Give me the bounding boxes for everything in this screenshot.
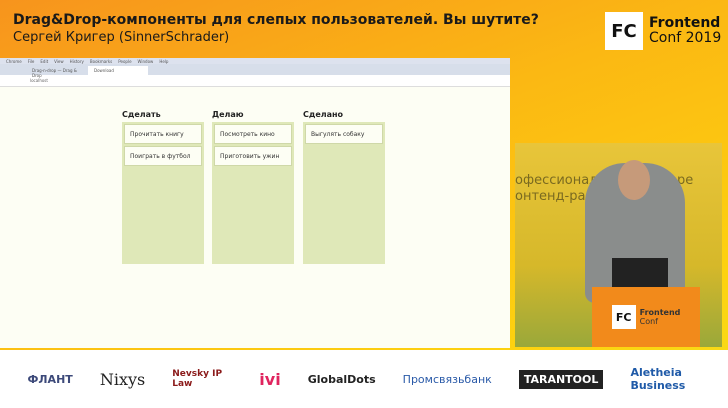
sponsor-logo: ivi [259,369,281,389]
column-done: Сделано Выгулять собаку [303,110,385,264]
sponsor-logo: Nixys [99,369,146,389]
column-title: Делаю [212,110,244,119]
sponsor-logo: Промсвязьбанк [402,372,492,386]
browser-tab[interactable]: Drag-n-drop — Drag & Drop [26,66,86,78]
logo-sub: Conf 2019 [649,30,722,46]
browser-screen: Chrome File Edit View History Bookmarks … [0,58,510,348]
menu-item[interactable]: Bookmarks [90,59,112,64]
menu-item[interactable]: Edit [40,59,48,64]
task-card[interactable]: Выгулять собаку [305,124,383,144]
menu-item[interactable]: People [118,59,131,64]
podium-logo-sub: Conf [639,317,658,326]
column-dropzone[interactable]: Посмотреть кино Приготовить ужин [212,122,294,264]
task-card[interactable]: Приготовить ужин [214,146,292,166]
column-title: Сделать [122,110,161,119]
browser-tab-active[interactable]: Download [88,66,148,75]
column-dropzone[interactable]: Выгулять собаку [303,122,385,264]
column-title: Сделано [303,110,344,119]
sponsor-logo: TARANTOOL [518,369,604,389]
speaker-video: офессиональная конфереонтенд-разработчик… [515,143,722,347]
sponsor-logo: GlobalDots [307,372,376,386]
slide-subtitle: Сергей Кригер (SinnerSchrader) [13,30,230,45]
task-card[interactable]: Посмотреть кино [214,124,292,144]
menu-item[interactable]: View [54,59,64,64]
menu-item[interactable]: Help [159,59,168,64]
podium: FC Frontend Conf [592,287,700,347]
menu-item[interactable]: File [28,59,35,64]
column-todo: Сделать Прочитать книгу Поиграть в футбо… [122,110,204,264]
speaker-head [618,160,650,200]
column-dropzone[interactable]: Прочитать книгу Поиграть в футбол [122,122,204,264]
podium-logo-mark: FC [611,305,636,329]
menu-item[interactable]: History [70,59,84,64]
logo-name: Frontend [649,15,721,31]
task-card[interactable]: Прочитать книгу [124,124,202,144]
logo-mark: FC [605,12,643,50]
slide-title: Drag&Drop-компоненты для слепых пользова… [13,12,539,28]
podium-logo-name: Frontend [639,308,681,317]
tab-bar: Drag-n-drop — Drag & Drop Download [0,64,510,78]
task-card[interactable]: Поиграть в футбол [124,146,202,166]
sponsor-logo: ФЛАНТ [27,372,73,386]
sponsor-bar: ФЛАНТ Nixys Nevsky IP Law ivi GlobalDots… [0,350,728,408]
address-bar[interactable]: localhost [0,75,510,87]
laptop [612,258,668,288]
conference-logo: FC Frontend Conf 2019 [605,12,721,50]
menu-item[interactable]: Chrome [6,59,22,64]
menu-item[interactable]: Window [138,59,154,64]
sponsor-logo: Nevsky IP Law [172,369,223,389]
sponsor-logo: Aletheia Business [630,366,686,392]
column-doing: Делаю Посмотреть кино Приготовить ужин [212,110,294,264]
